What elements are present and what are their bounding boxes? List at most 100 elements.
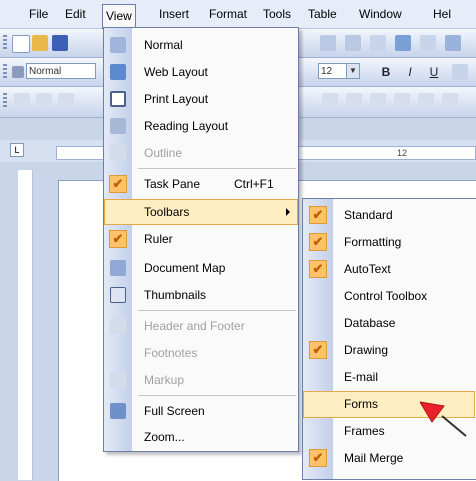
menu-item-label: AutoText — [344, 262, 391, 276]
view-menu-item-zoom[interactable]: Zoom... — [104, 424, 298, 450]
menu-format[interactable]: Format — [206, 6, 250, 22]
toolbar-button-icon[interactable] — [346, 93, 362, 109]
view-menu-item-reading-layout[interactable]: Reading Layout — [104, 113, 298, 139]
menu-item-label: Standard — [344, 208, 393, 222]
footnotes-icon — [110, 345, 126, 361]
tables-icon[interactable] — [395, 35, 411, 51]
menu-item-label: Control Toolbox — [344, 289, 428, 303]
menu-item-label: Footnotes — [144, 346, 198, 360]
menu-item-label: Reading Layout — [144, 119, 229, 133]
view-menu-item-task-pane[interactable]: ✔ Task Pane Ctrl+F1 — [104, 171, 298, 197]
menu-item-label: Mail Merge — [344, 451, 404, 465]
toolbar-button-icon[interactable] — [394, 93, 410, 109]
view-menu-item-header-footer: Header and Footer — [104, 313, 298, 339]
menu-window[interactable]: Window — [356, 6, 405, 22]
menu-separator — [138, 395, 296, 396]
view-menu: Normal Web Layout Print Layout Reading L… — [103, 27, 299, 452]
toolbar-gripper[interactable] — [3, 35, 7, 51]
thumbnails-icon — [110, 287, 126, 303]
zoom-icon — [110, 429, 126, 445]
view-menu-item-normal[interactable]: Normal — [104, 32, 298, 58]
tab-selector-icon[interactable]: L — [10, 143, 24, 157]
document-map-icon — [110, 260, 126, 276]
menu-item-label: Formatting — [344, 235, 402, 249]
underline-icon[interactable]: U — [426, 64, 442, 80]
toolbar-item-mail-merge[interactable]: ✔ Mail Merge — [303, 445, 475, 472]
menu-file[interactable]: File — [26, 6, 51, 22]
menu-item-label: Full Screen — [144, 404, 205, 418]
menu-item-label: Database — [344, 316, 396, 330]
menu-item-label: Normal — [144, 38, 183, 52]
toolbar-item-database[interactable]: Database — [303, 310, 475, 337]
toolbar-item-autotext[interactable]: ✔ AutoText — [303, 256, 475, 283]
view-menu-item-ruler[interactable]: ✔ Ruler — [104, 226, 298, 252]
view-menu-item-print-layout[interactable]: Print Layout — [104, 86, 298, 112]
checkmark-icon: ✔ — [109, 175, 127, 193]
font-size-combo[interactable]: 12 ▼ — [318, 63, 360, 79]
save-disk-icon[interactable] — [52, 35, 68, 51]
toolbar-gripper[interactable] — [3, 93, 7, 109]
print-layout-icon — [110, 91, 126, 107]
styles-icon[interactable] — [12, 66, 24, 78]
vertical-ruler[interactable] — [18, 170, 33, 480]
view-menu-item-toolbars[interactable]: Toolbars — [104, 199, 298, 225]
view-menu-item-document-map[interactable]: Document Map — [104, 255, 298, 281]
menu-item-label: Outline — [144, 146, 183, 160]
menu-item-shortcut: Ctrl+F1 — [234, 177, 274, 191]
menu-separator — [138, 310, 296, 311]
chevron-down-icon[interactable]: ▼ — [346, 64, 359, 78]
markup-icon — [110, 372, 126, 388]
toolbar-button-icon[interactable] — [418, 93, 434, 109]
menu-insert[interactable]: Insert — [156, 6, 192, 22]
new-document-icon[interactable] — [12, 35, 30, 53]
menu-view[interactable]: View — [102, 4, 136, 29]
drawing-icon[interactable] — [445, 35, 461, 51]
toolbar-button-icon[interactable] — [442, 93, 458, 109]
toolbar-button-icon[interactable] — [14, 93, 30, 109]
toolbar-item-email[interactable]: E-mail — [303, 364, 475, 391]
view-menu-item-footnotes: Footnotes — [104, 340, 298, 366]
mouse-cursor-icon — [420, 401, 467, 437]
menu-tools[interactable]: Tools — [260, 6, 294, 22]
outline-icon — [110, 145, 126, 161]
font-size-value: 12 — [321, 66, 333, 77]
toolbar-gripper[interactable] — [3, 64, 7, 80]
toolbar-button-icon[interactable] — [370, 93, 386, 109]
toolbar-button-icon[interactable] — [322, 93, 338, 109]
submenu-arrow-icon — [286, 208, 290, 216]
toolbar-item-formatting[interactable]: ✔ Formatting — [303, 229, 475, 256]
menu-item-label: Print Layout — [144, 92, 209, 106]
redo-icon[interactable] — [345, 35, 361, 51]
view-menu-item-web-layout[interactable]: Web Layout — [104, 59, 298, 85]
align-left-icon[interactable] — [452, 64, 468, 80]
toolbar-button-icon[interactable] — [58, 93, 74, 109]
menu-help[interactable]: Hel — [430, 6, 454, 22]
toolbar-item-drawing[interactable]: ✔ Drawing — [303, 337, 475, 364]
view-menu-item-outline: Outline — [104, 140, 298, 166]
checkmark-icon: ✔ — [309, 341, 327, 359]
view-menu-item-thumbnails[interactable]: Thumbnails — [104, 282, 298, 308]
style-combo[interactable]: Normal — [26, 63, 96, 79]
toolbar-item-control-toolbox[interactable]: Control Toolbox — [303, 283, 475, 310]
menu-item-label: Forms — [344, 397, 378, 411]
checkmark-icon: ✔ — [109, 230, 127, 248]
columns-icon[interactable] — [420, 35, 436, 51]
open-folder-icon[interactable] — [32, 35, 48, 51]
menu-table[interactable]: Table — [305, 6, 340, 22]
toolbar-button-icon[interactable] — [36, 93, 52, 109]
menu-item-label: Frames — [344, 424, 385, 438]
bold-icon[interactable]: B — [378, 64, 394, 80]
toolbar-item-standard[interactable]: ✔ Standard — [303, 202, 475, 229]
menu-bar: File Edit View Insert Format Tools Table… — [0, 0, 476, 29]
menu-edit[interactable]: Edit — [62, 6, 89, 22]
undo-icon[interactable] — [320, 35, 336, 51]
italic-icon[interactable]: I — [402, 64, 418, 80]
menu-item-label: Thumbnails — [144, 288, 207, 302]
checkmark-icon: ✔ — [309, 206, 327, 224]
checkmark-icon: ✔ — [309, 233, 327, 251]
view-menu-item-full-screen[interactable]: Full Screen — [104, 398, 298, 424]
menu-item-label: Ruler — [144, 232, 173, 246]
web-layout-icon — [110, 64, 126, 80]
hyperlink-icon[interactable] — [370, 35, 386, 51]
menu-item-label: Header and Footer — [144, 319, 245, 333]
